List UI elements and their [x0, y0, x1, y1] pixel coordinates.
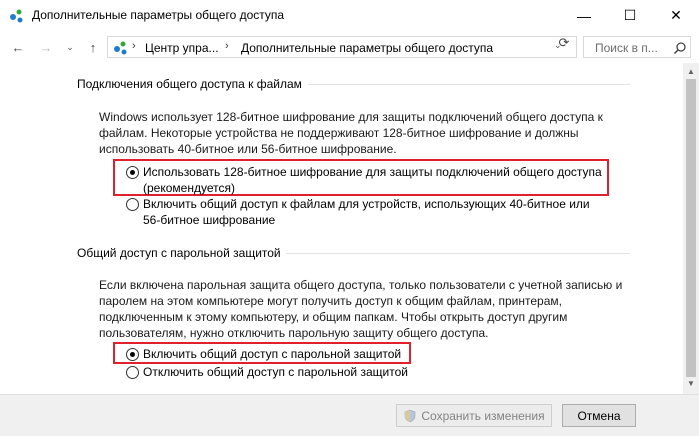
- search-input[interactable]: Поиск в п...: [583, 36, 691, 58]
- section-divider: [286, 253, 630, 254]
- breadcrumb-network-center[interactable]: Центр упра...: [145, 41, 219, 55]
- address-bar[interactable]: › Центр упра... › Дополнительные парамет…: [107, 36, 577, 58]
- cancel-button[interactable]: Отмена: [562, 404, 636, 427]
- breadcrumb-separator[interactable]: ›: [225, 40, 229, 52]
- minimize-button[interactable]: —: [561, 0, 607, 31]
- radio-button-selected[interactable]: [126, 348, 139, 361]
- maximize-button[interactable]: ☐: [607, 0, 653, 31]
- radio-label-line2[interactable]: 56-битное шифрование: [143, 212, 275, 228]
- save-changes-label: Сохранить изменения: [421, 408, 545, 423]
- scroll-down-icon[interactable]: ▼: [687, 379, 695, 388]
- up-button[interactable]: ↑: [84, 37, 102, 57]
- radio-label[interactable]: Включить общий доступ к файлам для устро…: [143, 196, 590, 212]
- breadcrumb-advanced-sharing[interactable]: Дополнительные параметры общего доступа: [241, 41, 493, 55]
- window-title: Дополнительные параметры общего доступа: [32, 8, 285, 22]
- close-button[interactable]: ✕: [653, 0, 699, 31]
- radio-button[interactable]: [126, 198, 139, 211]
- dialog-footer: Сохранить изменения Отмена: [0, 394, 699, 436]
- navigation-bar: ← → ⌄ ↑ › Центр упра... › Дополнительные…: [0, 31, 699, 63]
- section-heading-password-protection: Общий доступ с парольной защитой: [77, 246, 281, 260]
- file-sharing-description: Windows использует 128-битное шифрование…: [99, 110, 603, 156]
- radio-label[interactable]: Использовать 128-битное шифрование для з…: [143, 164, 602, 180]
- scrollbar-thumb[interactable]: [686, 79, 696, 377]
- refresh-button[interactable]: ⟳: [555, 35, 573, 50]
- section-divider: [308, 84, 630, 85]
- scroll-up-icon[interactable]: ▲: [687, 67, 695, 76]
- radio-label-line2[interactable]: (рекомендуется): [143, 180, 235, 196]
- save-changes-button[interactable]: Сохранить изменения: [396, 404, 552, 427]
- recent-locations-dropdown[interactable]: ⌄: [61, 37, 79, 57]
- back-button[interactable]: ←: [9, 37, 27, 57]
- vertical-scrollbar[interactable]: ▲ ▼: [683, 63, 699, 394]
- search-placeholder: Поиск в п...: [595, 41, 658, 55]
- breadcrumb-separator[interactable]: ›: [132, 40, 136, 52]
- uac-shield-icon: [405, 409, 416, 422]
- forward-button[interactable]: →: [37, 37, 55, 57]
- settings-content: Подключения общего доступа к файлам Wind…: [0, 63, 683, 394]
- password-protection-description: Если включена парольная защита общего до…: [99, 278, 623, 340]
- radio-button[interactable]: [126, 366, 139, 379]
- title-bar: Дополнительные параметры общего доступа …: [0, 0, 699, 31]
- radio-label[interactable]: Включить общий доступ с парольной защито…: [143, 346, 401, 362]
- radio-button-selected[interactable]: [126, 166, 139, 179]
- control-panel-icon: [114, 41, 127, 55]
- network-icon: [10, 9, 23, 23]
- section-heading-file-sharing: Подключения общего доступа к файлам: [77, 77, 302, 91]
- radio-label[interactable]: Отключить общий доступ с парольной защит…: [143, 364, 408, 380]
- search-icon[interactable]: [673, 41, 687, 55]
